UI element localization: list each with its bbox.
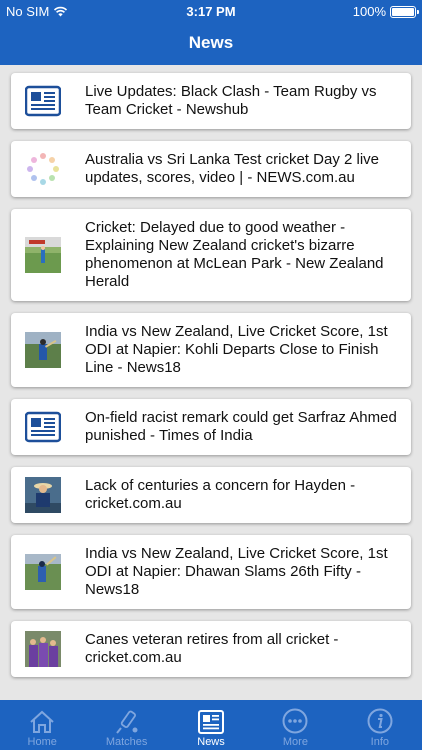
- home-icon: [30, 710, 54, 733]
- news-item[interactable]: Canes veteran retires from all cricket -…: [11, 621, 411, 677]
- news-headline: Lack of centuries a concern for Hayden -…: [85, 477, 356, 512]
- newspaper-icon: [198, 710, 225, 734]
- news-headline: Australia vs Sri Lanka Test cricket Day …: [85, 151, 380, 186]
- navigation-header: No SIM 3:17 PM 100% News: [0, 0, 422, 65]
- tab-label: Home: [27, 736, 57, 748]
- news-headline: Live Updates: Black Clash - Team Rugby v…: [85, 83, 377, 118]
- news-headline: On-field racist remark could get Sarfraz…: [85, 409, 397, 444]
- news-item[interactable]: Lack of centuries a concern for Hayden -…: [11, 467, 411, 523]
- tab-label: News: [197, 736, 225, 748]
- news-photo: [25, 631, 61, 667]
- tab-label: More: [282, 736, 308, 748]
- news-list[interactable]: Live Updates: Black Clash - Team Rugby v…: [0, 65, 422, 700]
- news-headline: India vs New Zealand, Live Cricket Score…: [85, 323, 388, 376]
- tab-label: Matches: [105, 736, 148, 748]
- news-item[interactable]: Cricket: Delayed due to good weather - E…: [11, 209, 411, 301]
- bat-icon: [115, 710, 138, 734]
- news-headline: Canes veteran retires from all cricket -…: [85, 631, 339, 666]
- news-item[interactable]: On-field racist remark could get Sarfraz…: [11, 399, 411, 455]
- tab-label: Info: [370, 736, 389, 748]
- battery-group: 100%: [352, 4, 419, 19]
- news-photo: [25, 477, 61, 513]
- newspaper-icon: [25, 83, 61, 119]
- page-title: News: [188, 33, 234, 52]
- info-icon: [367, 708, 393, 734]
- news-item[interactable]: Live Updates: Black Clash - Team Rugby v…: [11, 73, 411, 129]
- tab-news[interactable]: News: [169, 700, 253, 750]
- news-photo: [25, 554, 61, 590]
- tab-more[interactable]: More: [253, 700, 337, 750]
- battery-icon: [390, 5, 419, 18]
- loading-icon: [25, 151, 61, 187]
- news-item[interactable]: Australia vs Sri Lanka Test cricket Day …: [11, 141, 411, 197]
- news-item[interactable]: India vs New Zealand, Live Cricket Score…: [11, 313, 411, 387]
- news-photo: [25, 332, 61, 368]
- status-bar: No SIM 3:17 PM 100%: [0, 0, 422, 22]
- news-headline: Cricket: Delayed due to good weather - E…: [85, 219, 384, 290]
- news-photo: [25, 237, 61, 273]
- tab-bar: Home Matches News More Info: [0, 700, 422, 750]
- tab-home[interactable]: Home: [0, 700, 84, 750]
- news-headline: India vs New Zealand, Live Cricket Score…: [85, 545, 388, 598]
- news-item[interactable]: India vs New Zealand, Live Cricket Score…: [11, 535, 411, 609]
- tab-matches[interactable]: Matches: [84, 700, 168, 750]
- newspaper-icon: [25, 409, 61, 445]
- more-icon: [282, 708, 308, 734]
- battery-percent: 100%: [352, 4, 386, 19]
- tab-info[interactable]: Info: [338, 700, 422, 750]
